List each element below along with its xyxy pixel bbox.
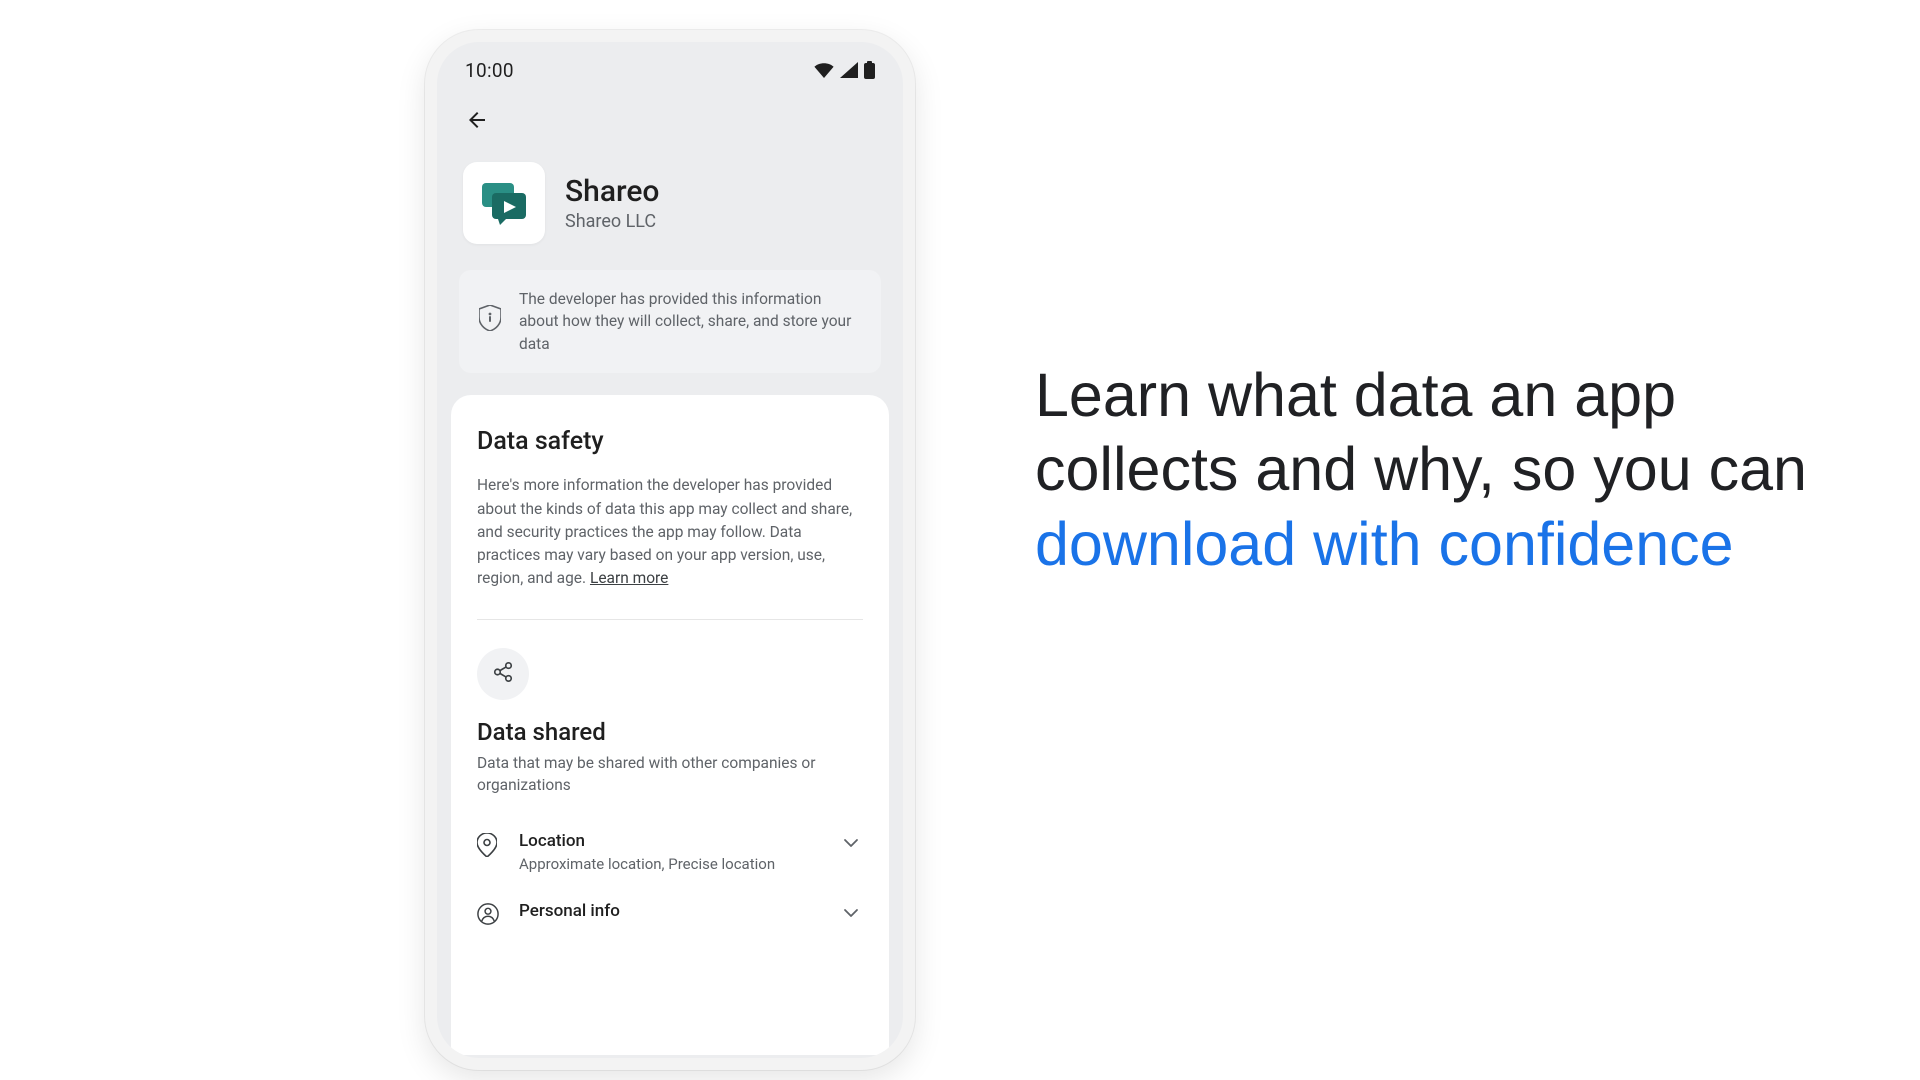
data-row-personal-info[interactable]: Personal info [477, 887, 863, 943]
status-time: 10:00 [465, 59, 514, 82]
app-header: Shareo Shareo LLC [437, 144, 903, 270]
phone-frame: 10:00 [425, 30, 915, 1070]
arrow-left-icon [465, 108, 489, 136]
developer-info-text: The developer has provided this informat… [519, 288, 861, 355]
data-safety-description: Here's more information the developer ha… [477, 474, 863, 590]
battery-icon [864, 61, 875, 79]
shield-icon [479, 305, 503, 337]
app-developer: Shareo LLC [565, 211, 659, 232]
learn-more-link[interactable]: Learn more [590, 569, 668, 587]
back-button[interactable] [459, 104, 495, 140]
share-icon [492, 661, 514, 687]
app-title: Shareo [565, 174, 659, 209]
location-icon [477, 833, 501, 861]
wifi-icon [814, 62, 834, 78]
data-row-location[interactable]: Location Approximate location, Precise l… [477, 817, 863, 887]
data-shared-subtitle: Data that may be shared with other compa… [477, 752, 863, 797]
developer-info-banner: The developer has provided this informat… [459, 270, 881, 373]
app-icon [463, 162, 545, 244]
chevron-down-icon [843, 835, 863, 855]
data-shared-title: Data shared [477, 718, 863, 746]
data-safety-title: Data safety [477, 427, 863, 456]
headline-accent: download with confidence [1035, 510, 1734, 578]
marketing-headline: Learn what data an app collects and why,… [1035, 358, 1820, 581]
cellular-icon [840, 62, 858, 78]
card-divider [477, 619, 863, 620]
person-icon [477, 903, 501, 929]
headline-line1: Learn what data an app [1035, 361, 1676, 429]
row-subtitle-location: Approximate location, Precise location [519, 855, 825, 873]
share-icon-circle [477, 648, 529, 700]
data-safety-card: Data safety Here's more information the … [451, 395, 889, 1055]
headline-line2: collects and why, so you can [1035, 435, 1807, 503]
row-title-personal-info: Personal info [519, 901, 825, 921]
chevron-down-icon [843, 905, 863, 925]
row-title-location: Location [519, 831, 825, 851]
status-bar: 10:00 [437, 42, 903, 98]
